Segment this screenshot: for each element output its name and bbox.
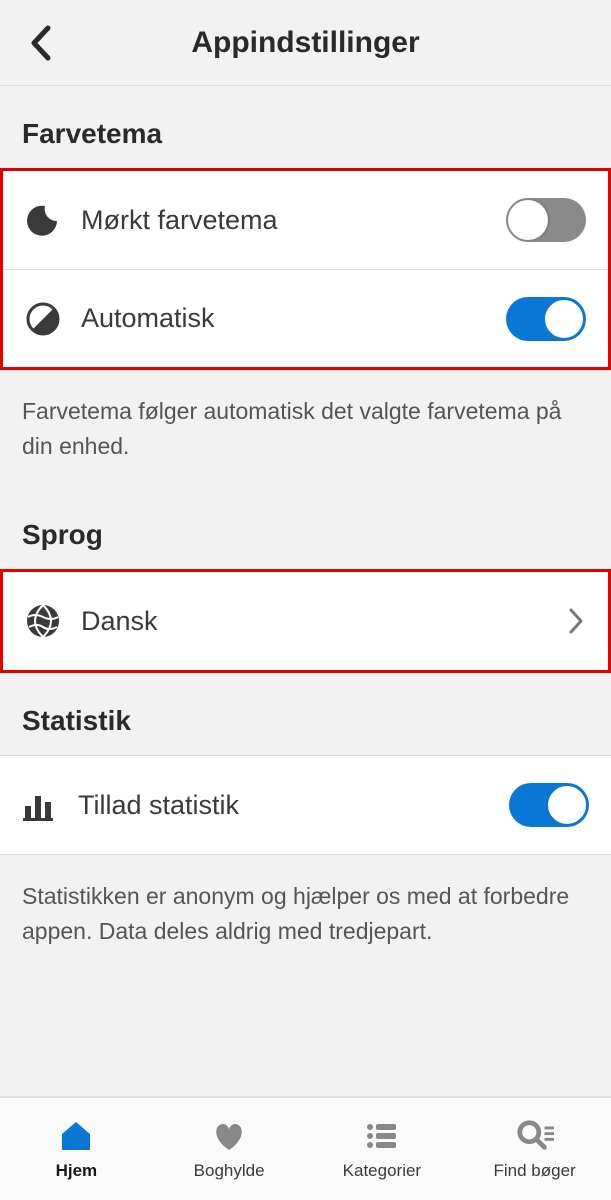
tab-home-label: Hjem [56, 1161, 98, 1181]
dark-theme-row: Mørkt farvetema [3, 171, 608, 269]
language-row[interactable]: Dansk [3, 572, 608, 670]
tab-bookshelf-label: Boghylde [194, 1161, 265, 1181]
page-title: Appindstillinger [0, 26, 611, 60]
search-list-icon [516, 1117, 554, 1155]
heart-icon [210, 1117, 248, 1155]
home-icon [57, 1117, 95, 1155]
theme-helper: Farvetema følger automatisk det valgte f… [0, 370, 611, 487]
bar-chart-icon [22, 787, 58, 823]
header: Appindstillinger [0, 0, 611, 86]
statistics-group: Tillad statistik [0, 755, 611, 855]
language-group: Dansk [0, 569, 611, 673]
language-section-title: Sprog [0, 487, 611, 569]
half-circle-icon [25, 301, 61, 337]
back-button[interactable] [20, 23, 60, 63]
tab-categories[interactable]: Kategorier [306, 1098, 459, 1200]
tab-find-books[interactable]: Find bøger [458, 1098, 611, 1200]
allow-statistics-toggle[interactable] [509, 783, 589, 827]
tab-find-books-label: Find bøger [494, 1161, 576, 1181]
tab-home[interactable]: Hjem [0, 1098, 153, 1200]
tab-categories-label: Kategorier [343, 1161, 421, 1181]
allow-statistics-label: Tillad statistik [78, 790, 489, 821]
globe-icon [25, 603, 61, 639]
auto-theme-label: Automatisk [81, 303, 486, 334]
list-icon [363, 1117, 401, 1155]
chevron-left-icon [28, 24, 52, 62]
tab-bookshelf[interactable]: Boghylde [153, 1098, 306, 1200]
theme-section-title: Farvetema [0, 86, 611, 168]
auto-theme-toggle[interactable] [506, 297, 586, 341]
chevron-right-icon [566, 606, 586, 636]
theme-group: Mørkt farvetema Automatisk [0, 168, 611, 370]
allow-statistics-row: Tillad statistik [0, 756, 611, 854]
language-current: Dansk [81, 606, 546, 637]
statistics-helper: Statistikken er anonym og hjælper os med… [0, 855, 611, 972]
auto-theme-row: Automatisk [3, 269, 608, 367]
tabbar: Hjem Boghylde Kategorier [0, 1096, 611, 1200]
statistics-section-title: Statistik [0, 673, 611, 755]
dark-theme-toggle[interactable] [506, 198, 586, 242]
moon-icon [25, 202, 61, 238]
content: Farvetema Mørkt farvetema Automatisk [0, 86, 611, 1096]
dark-theme-label: Mørkt farvetema [81, 205, 486, 236]
